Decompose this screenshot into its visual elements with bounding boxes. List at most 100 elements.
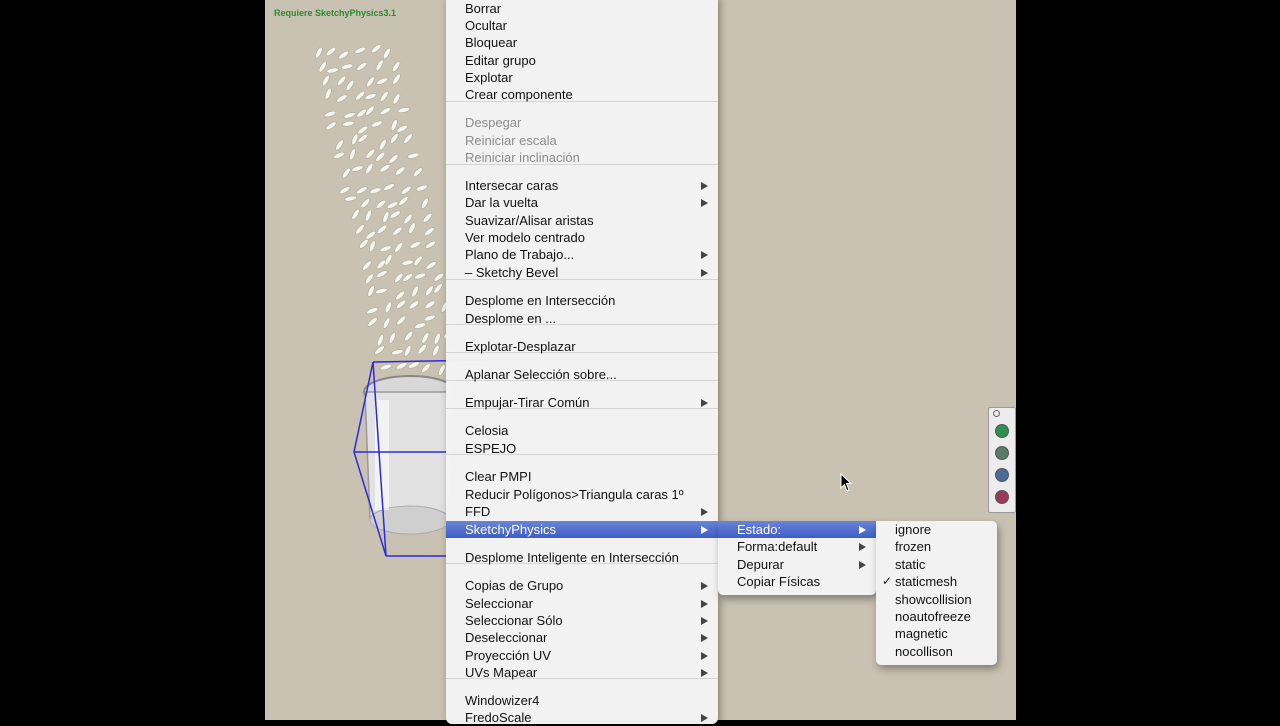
rice-grain (366, 307, 379, 315)
menu-item-despegar: Despegar (446, 114, 718, 131)
menu-item-label: Estado: (737, 522, 782, 537)
rice-grain (432, 344, 440, 357)
menu-item-label: Plano de Trabajo... (465, 247, 575, 262)
menu-item-sketchy-bevel[interactable]: – Sketchy Bevel (446, 264, 718, 281)
rice-grain (315, 46, 323, 59)
menu-item-plano-de-trabajo[interactable]: Plano de Trabajo... (446, 246, 718, 263)
rice-grain (375, 59, 384, 71)
rice-grain (408, 222, 416, 235)
menu-item-sketchyphysics[interactable]: SketchyPhysics (446, 521, 718, 538)
rice-grain (366, 76, 375, 88)
menu-item-fredoscale[interactable]: FredoScale (446, 709, 718, 726)
estado-item-showcollision[interactable]: showcollision (876, 591, 997, 608)
rice-grain (379, 363, 392, 371)
rice-grain (357, 133, 369, 143)
rice-grain (421, 363, 432, 373)
estado-item-magnetic[interactable]: magnetic (876, 625, 997, 642)
menu-item-celosia[interactable]: Celosia (446, 422, 718, 439)
rice-grain (377, 334, 384, 347)
menu-item-reducir-poligonos-triangula-caras-1[interactable]: Reducir Polígonos>Triangula caras 1º (446, 486, 718, 503)
menu-item-editar-grupo[interactable]: Editar grupo (446, 52, 718, 69)
menu-item-desplome-inteligente-en-interseccion[interactable]: Desplome Inteligente en Intersección (446, 549, 718, 566)
menu-item-windowizer4[interactable]: Windowizer4 (446, 692, 718, 709)
submenu-arrow-icon (701, 634, 708, 642)
submenu-item-forma-default[interactable]: Forma:default (718, 538, 876, 555)
submenu-arrow-icon (701, 508, 708, 516)
estado-item-staticmesh[interactable]: ✓ staticmesh (876, 573, 997, 590)
rice-grain (365, 148, 376, 159)
rice-grain (343, 112, 356, 119)
estado-submenu: ignore frozen static ✓ staticmesh showcollisi… (876, 521, 997, 665)
rice-grain (371, 44, 382, 54)
rice-grain (349, 148, 356, 161)
estado-item-nocollison[interactable]: nocollison (876, 643, 997, 660)
rice-grain (424, 240, 437, 249)
menu-item-deseleccionar[interactable]: Deseleccionar (446, 629, 718, 646)
estado-item-noautofreeze[interactable]: noautofreeze (876, 608, 997, 625)
submenu-item-depurar[interactable]: Depurar (718, 556, 876, 573)
rice-grain (391, 349, 404, 356)
rice-grain (415, 184, 428, 192)
menu-item-desplome-en[interactable]: Desplome en ... (446, 310, 718, 327)
joystick-icon[interactable] (995, 490, 1009, 504)
estado-item-static[interactable]: static (876, 556, 997, 573)
menu-item-explotar[interactable]: Explotar (446, 69, 718, 86)
rice-grain (391, 61, 401, 73)
rice-grain (367, 285, 375, 297)
menu-item-espejo[interactable]: ESPEJO (446, 440, 718, 457)
menu-item-label: Aplanar Selección sobre... (465, 367, 617, 382)
submenu-item-estado[interactable]: Estado: (718, 521, 876, 538)
menu-item-seleccionar-solo[interactable]: Seleccionar Sólo (446, 612, 718, 629)
menu-item-ffd[interactable]: FFD (446, 503, 718, 520)
pause-icon[interactable] (995, 468, 1009, 482)
menu-item-ocultar[interactable]: Ocultar (446, 17, 718, 34)
menu-item-borrar[interactable]: Borrar (446, 0, 718, 17)
rice-grain (335, 139, 344, 151)
rice-grain (388, 332, 396, 344)
rice-particles (315, 44, 461, 376)
rice-grain (413, 255, 423, 266)
rice-grain (341, 63, 354, 70)
estado-item-frozen[interactable]: frozen (876, 538, 997, 555)
menu-item-label: – Sketchy Bevel (465, 265, 559, 280)
menu-item-label: Borrar (465, 1, 502, 16)
rice-grain (396, 124, 408, 133)
rewind-icon[interactable] (995, 446, 1009, 460)
menu-item-empujar-tirar-comun[interactable]: Empujar-Tirar Común (446, 394, 718, 411)
menu-item-clear-pmpi[interactable]: Clear PMPI (446, 468, 718, 485)
menu-item-aplanar-seleccion-sobre[interactable]: Aplanar Selección sobre... (446, 366, 718, 383)
rice-grain (325, 46, 337, 57)
submenu-arrow-icon (701, 269, 708, 277)
rice-grain (355, 90, 366, 101)
menu-item-explotar-desplazar[interactable]: Explotar-Desplazar (446, 338, 718, 355)
rice-grain (411, 285, 419, 298)
menu-item-ver-modelo-centrado[interactable]: Ver modelo centrado (446, 229, 718, 246)
menu-item-copias-de-grupo[interactable]: Copias de Grupo (446, 577, 718, 594)
glass-jar (363, 375, 457, 535)
menu-item-proyeccion-uv[interactable]: Proyección UV (446, 647, 718, 664)
menu-item-desplome-en-interseccion[interactable]: Desplome en Intersección (446, 292, 718, 309)
rice-grain (375, 270, 388, 278)
menu-item-label: Reducir Polígonos>Triangula caras 1º (465, 487, 684, 502)
menu-item-bloquear[interactable]: Bloquear (446, 34, 718, 51)
estado-item-ignore[interactable]: ignore (876, 521, 997, 538)
menu-item-label: staticmesh (895, 574, 958, 589)
rice-grain (402, 273, 414, 282)
menu-item-crear-componente[interactable]: Crear componente (446, 86, 718, 103)
sketchyphysics-submenu: Estado: Forma:default Depurar Copiar Física… (718, 521, 876, 595)
close-icon[interactable] (993, 410, 1000, 417)
menu-item-suavizar-alisar-aristas[interactable]: Suavizar/Alisar aristas (446, 212, 718, 229)
play-icon[interactable] (995, 424, 1009, 438)
menu-item-label: Crear componente (465, 87, 573, 102)
rice-grain (424, 227, 435, 236)
menu-item-intersecar-caras[interactable]: Intersecar caras (446, 177, 718, 194)
menu-item-seleccionar[interactable]: Seleccionar (446, 595, 718, 612)
menu-item-uvs-mapear[interactable]: UVs Mapear (446, 664, 718, 681)
submenu-arrow-icon (701, 669, 708, 677)
menu-item-label: Suavizar/Alisar aristas (465, 213, 594, 228)
menu-item-dar-la-vuelta[interactable]: Dar la vuelta (446, 194, 718, 211)
rice-grain (394, 242, 404, 253)
submenu-item-copiar-fisicas[interactable]: Copiar Físicas (718, 573, 876, 590)
rice-grain (369, 240, 376, 253)
submenu-arrow-icon (701, 617, 708, 625)
